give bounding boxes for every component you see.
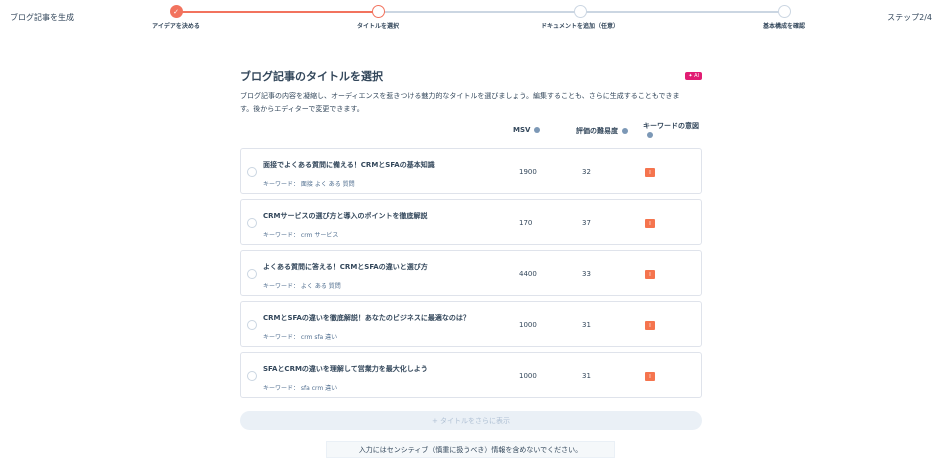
- difficulty-value: 33: [582, 270, 591, 278]
- step-label: ドキュメントを追加（任意）: [540, 23, 619, 30]
- step-idea[interactable]: ✓ アイデアを決める: [106, 5, 246, 30]
- title-options-list: 面接でよくある質問に備える！CRMとSFAの基本知識 キーワード： 面接 よく …: [240, 148, 702, 403]
- keyword-text: キーワード： 面接 よく ある 質問: [263, 181, 355, 188]
- step-dot: [573, 5, 587, 18]
- step-dot: [777, 5, 791, 18]
- info-icon[interactable]: [647, 132, 653, 138]
- msv-value: 4400: [519, 270, 537, 278]
- step-dot-active: [371, 5, 385, 18]
- column-header-intent: キーワードの意図: [643, 120, 703, 138]
- column-label: MSV: [513, 126, 531, 134]
- title-option-text: SFAとCRMの違いを理解して営業力を最大化しよう: [263, 365, 428, 373]
- difficulty-value: 32: [582, 168, 591, 176]
- step-outline[interactable]: 基本構成を確認: [714, 5, 854, 30]
- keyword-text: キーワード： crm サービス: [263, 232, 339, 239]
- radio-button[interactable]: [247, 167, 257, 177]
- radio-button[interactable]: [247, 218, 257, 228]
- column-label: 評価の難易度: [576, 127, 618, 135]
- column-header-difficulty: 評価の難易度: [576, 126, 628, 136]
- title-option-row[interactable]: SFAとCRMの違いを理解して営業力を最大化しよう キーワード： sfa crm…: [240, 352, 702, 398]
- intent-badge: I: [645, 372, 655, 381]
- progress-stepper: ✓ アイデアを決める タイトルを選択 ドキュメントを追加（任意） 基本構成を確認: [0, 0, 950, 40]
- keyword-text: キーワード： sfa crm 違い: [263, 385, 338, 392]
- msv-value: 1000: [519, 372, 537, 380]
- step-documents[interactable]: ドキュメントを追加（任意）: [510, 5, 650, 30]
- title-option-row[interactable]: よくある質問に答える！CRMとSFAの違いと選び方 キーワード： よく ある 質…: [240, 250, 702, 296]
- step-label: タイトルを選択: [356, 23, 399, 30]
- panel-description: ブログ記事の内容を凝縮し、オーディエンスを惹きつける魅力的なタイトルを選びましょ…: [240, 92, 680, 113]
- check-icon: ✓: [169, 5, 183, 18]
- title-selection-panel: ブログ記事のタイトルを選択 ✦ AI ブログ記事の内容を凝縮し、オーディエンスを…: [240, 68, 702, 138]
- title-option-text: CRMサービスの選び方と導入のポイントを徹底解説: [263, 212, 428, 220]
- column-header-msv: MSV: [513, 126, 541, 134]
- title-option-row[interactable]: CRMサービスの選び方と導入のポイントを徹底解説 キーワード： crm サービス…: [240, 199, 702, 245]
- info-icon[interactable]: [534, 127, 541, 133]
- column-label: キーワードの意図: [643, 122, 699, 130]
- intent-badge: I: [645, 270, 655, 279]
- ai-badge: ✦ AI: [685, 72, 702, 80]
- show-more-titles-button[interactable]: + タイトルをさらに表示: [240, 411, 702, 430]
- sensitive-info-notice: 入力にはセンシティブ（慎重に扱うべき）情報を含めないでください。: [326, 441, 615, 458]
- title-option-text: 面接でよくある質問に備える！CRMとSFAの基本知識: [263, 161, 435, 169]
- info-icon[interactable]: [622, 128, 628, 134]
- intent-badge: I: [645, 321, 655, 330]
- radio-button[interactable]: [247, 320, 257, 330]
- intent-badge: I: [645, 168, 655, 177]
- intent-badge: I: [645, 219, 655, 228]
- msv-value: 1900: [519, 168, 537, 176]
- page-title: ブログ記事のタイトルを選択: [240, 70, 383, 83]
- step-label: アイデアを決める: [152, 23, 200, 30]
- step-title[interactable]: タイトルを選択: [308, 5, 448, 30]
- keyword-text: キーワード： よく ある 質問: [263, 283, 341, 290]
- radio-button[interactable]: [247, 371, 257, 381]
- radio-button[interactable]: [247, 269, 257, 279]
- msv-value: 170: [519, 219, 533, 227]
- title-option-text: CRMとSFAの違いを徹底解説！あなたのビジネスに最適なのは？: [263, 314, 470, 322]
- difficulty-value: 31: [582, 321, 591, 329]
- msv-value: 1000: [519, 321, 537, 329]
- difficulty-value: 31: [582, 372, 591, 380]
- difficulty-value: 37: [582, 219, 591, 227]
- title-option-row[interactable]: 面接でよくある質問に備える！CRMとSFAの基本知識 キーワード： 面接 よく …: [240, 148, 702, 194]
- title-option-row[interactable]: CRMとSFAの違いを徹底解説！あなたのビジネスに最適なのは？ キーワード： c…: [240, 301, 702, 347]
- title-option-text: よくある質問に答える！CRMとSFAの違いと選び方: [263, 263, 428, 271]
- keyword-text: キーワード： crm sfa 違い: [263, 334, 338, 341]
- step-label: 基本構成を確認: [762, 23, 805, 30]
